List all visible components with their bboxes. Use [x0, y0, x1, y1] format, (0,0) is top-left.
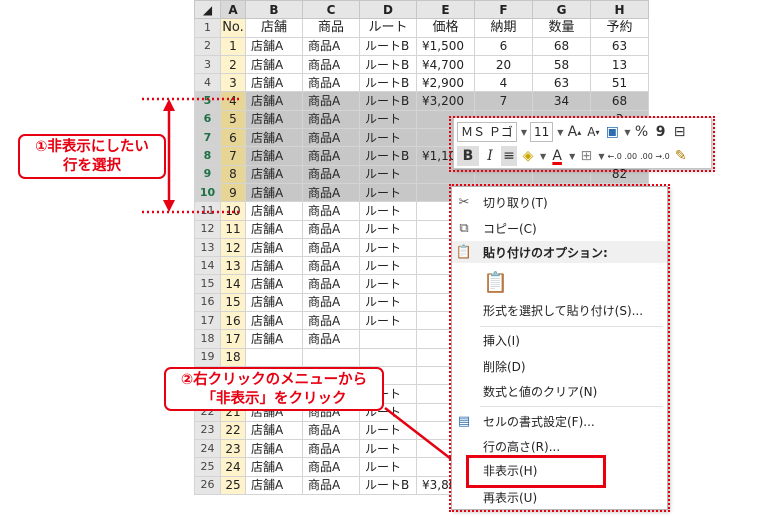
callout-step1: ①非表示にしたい 行を選択	[18, 134, 166, 179]
callout-step2-line1: ②右クリックのメニューから	[180, 372, 368, 388]
callout-step2-line2: 「非表示」をクリック	[201, 391, 347, 407]
callout-step1-line2: 行を選択	[63, 158, 121, 174]
toolbar-highlight-box	[449, 116, 715, 172]
pointer-line	[384, 407, 456, 463]
arrow-up-icon	[163, 99, 175, 111]
callout-step1-line1: ①非表示にしたい	[35, 139, 149, 155]
hide-item-highlight	[466, 455, 606, 488]
arrow-down-icon	[163, 200, 175, 212]
callout-step2: ②右クリックのメニューから 「非表示」をクリック	[164, 367, 384, 411]
